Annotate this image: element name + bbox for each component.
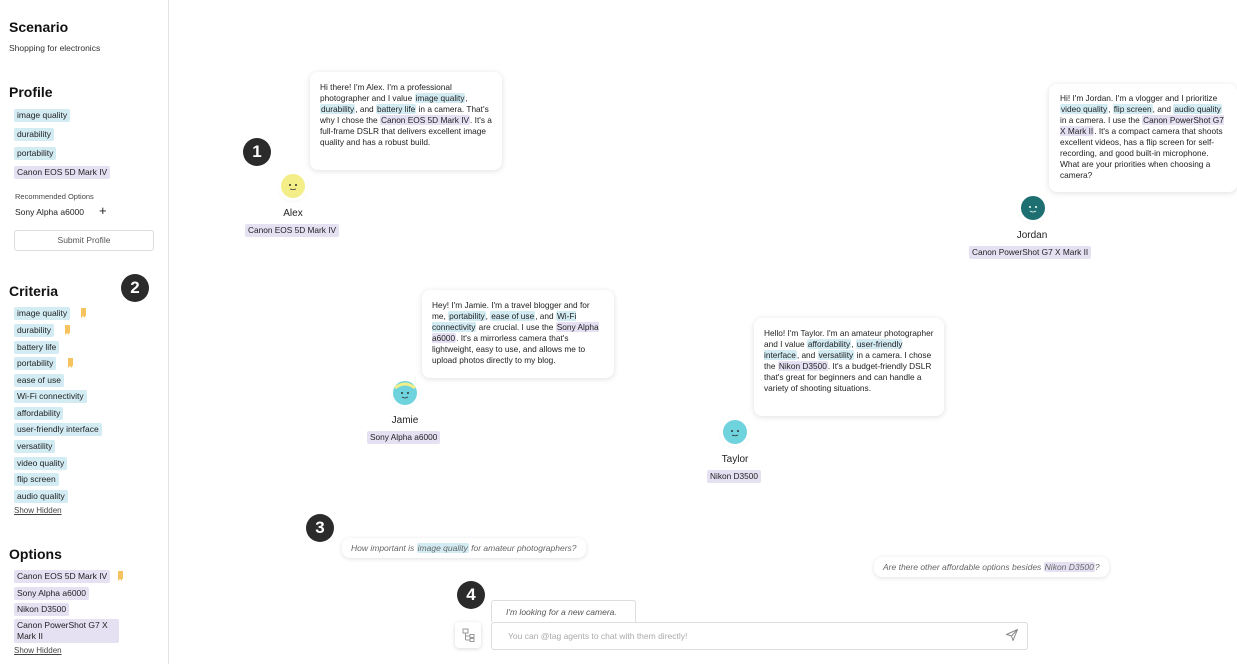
send-icon [1006,629,1018,641]
draft-message-tab[interactable]: I'm looking for a new camera. [491,600,636,622]
message-text: Are there other affordable options besid… [883,562,1044,572]
profile-title: Profile [9,84,53,100]
message-text: How important is [351,543,417,553]
option-highlight: Canon EOS 5D Mark IV [379,115,471,125]
criteria-highlight: versatility [817,350,855,360]
criteria-item[interactable]: user-friendly interface [14,423,102,436]
criteria-item[interactable]: affordability [14,407,64,420]
message-text: , [465,93,468,103]
agent-name: Alex [283,208,303,219]
profile-item[interactable]: portability [14,147,57,160]
criteria-highlight: portability [448,311,486,321]
suggestion-chip[interactable]: How important is image quality for amate… [342,538,586,558]
criteria-item[interactable]: battery life [14,341,60,354]
bookmark-icon[interactable] [68,358,73,368]
message-text: Hi! I'm Jordan. I'm a vlogger and I prio… [1060,93,1218,103]
bookmark-icon[interactable] [65,325,70,335]
criteria-item[interactable]: audio quality [14,490,68,503]
option-item[interactable]: Canon EOS 5D Mark IV [14,570,111,583]
sidebar: Scenario Shopping for electronics Profil… [0,0,169,664]
marker-4: 4 [457,581,485,609]
agent-product-tag: Canon PowerShot G7 X Mark II [969,246,1092,259]
send-button[interactable] [1005,628,1019,642]
criteria-item[interactable]: versatility [14,440,56,453]
message-text: ? [1094,562,1100,572]
avatar-alex[interactable] [281,174,305,198]
criteria-item[interactable]: durability [14,324,55,337]
message-bubble-jordan: Hi! I'm Jordan. I'm a vlogger and I prio… [1049,84,1237,192]
message-text: , and [796,350,818,360]
message-bubble-taylor: Hello! I'm Taylor. I'm an amateur photog… [754,318,944,416]
recommended-label: Recommended Options [15,192,94,201]
criteria-item[interactable]: portability [14,357,57,370]
avatar-jordan[interactable] [1021,196,1045,220]
face-icon [393,381,417,405]
message-text: , and [535,311,556,321]
criteria-highlight: durability [320,104,356,114]
criteria-item[interactable]: video quality [14,457,68,470]
message-text: are crucial. I use the [476,322,556,332]
agent-name: Jamie [391,415,419,426]
criteria-highlight: ease of use [490,311,536,321]
chat-input-box [491,622,1028,650]
marker-1: 1 [243,138,271,166]
option-highlight: Nikon D3500 [1043,562,1095,572]
criteria-highlight: image quality [416,543,469,553]
agent-product-tag: Sony Alpha a6000 [367,431,441,444]
criteria-title: Criteria [9,283,59,299]
agent-name: Jordan [1016,230,1048,241]
agent-product-tag: Nikon D3500 [707,470,761,483]
criteria-highlight: image quality [414,93,466,103]
message-text: , and [1152,104,1174,114]
profile-item[interactable]: durability [14,128,55,141]
criteria-item[interactable]: flip screen [14,473,59,486]
face-icon [723,420,747,444]
message-bubble-jamie: Hey! I'm Jamie. I'm a travel blogger and… [422,290,614,378]
avatar-jamie[interactable] [393,381,417,405]
criteria-highlight: flip screen [1112,104,1153,114]
face-icon [1021,196,1045,220]
criteria-highlight: affordability [806,339,852,349]
submit-profile-button[interactable]: Submit Profile [14,230,154,251]
tree-icon [462,628,475,642]
scenario-title: Scenario [9,19,69,35]
suggestion-chip[interactable]: Are there other affordable options besid… [874,557,1109,577]
criteria-highlight: battery life [375,104,417,114]
recommended-item: Sony Alpha a6000 [15,207,85,217]
criteria-item[interactable]: Wi-Fi connectivity [14,390,87,403]
criteria-show-hidden-link[interactable]: Show Hidden [14,506,62,515]
criteria-highlight: audio quality [1173,104,1222,114]
summary-button[interactable] [455,622,481,648]
options-title: Options [9,546,62,562]
option-highlight: Nikon D3500 [777,361,828,371]
criteria-highlight: video quality [1060,104,1109,114]
agent-name: Taylor [721,454,749,465]
message-text: in a camera. I use the [1060,115,1143,125]
avatar-taylor[interactable] [723,420,747,444]
criteria-item[interactable]: image quality [14,307,71,320]
chat-input[interactable] [506,623,990,649]
message-text: for amateur photographers? [468,543,577,553]
message-bubble-alex: Hi there! I'm Alex. I'm a professional p… [310,72,502,170]
profile-item[interactable]: Canon EOS 5D Mark IV [14,166,111,179]
option-item[interactable]: Sony Alpha a6000 [14,587,90,600]
marker-3: 3 [306,514,334,542]
criteria-item[interactable]: ease of use [14,374,64,387]
face-icon [281,174,305,198]
option-item[interactable]: Nikon D3500 [14,603,70,616]
add-recommended-button[interactable]: + [99,203,107,218]
bookmark-icon[interactable] [81,308,86,318]
scenario-text: Shopping for electronics [9,43,101,53]
profile-item[interactable]: image quality [14,109,71,122]
marker-2: 2 [121,274,149,302]
bookmark-icon[interactable] [118,571,123,581]
agent-product-tag: Canon EOS 5D Mark IV [245,224,340,237]
message-text: , and [355,104,376,114]
option-item[interactable]: Canon PowerShot G7 X Mark II [14,619,119,643]
options-show-hidden-link[interactable]: Show Hidden [14,646,62,655]
